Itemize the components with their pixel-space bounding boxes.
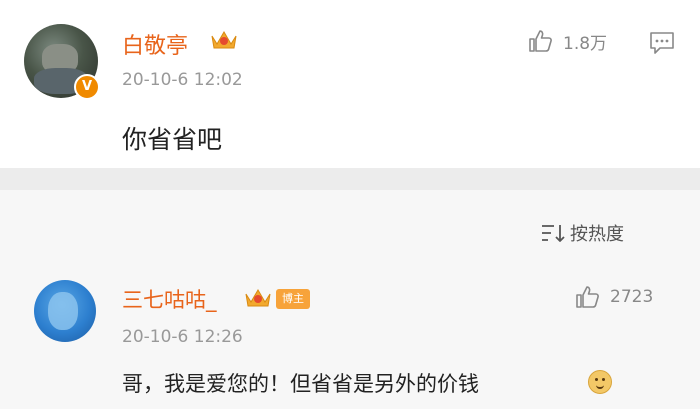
section-divider [0, 168, 700, 190]
crown-icon [210, 28, 238, 56]
like-button[interactable]: 1.8万 [527, 28, 607, 54]
reply-like-button[interactable]: 2723 [574, 284, 653, 310]
dog-emoji-icon [588, 370, 612, 394]
top-comment-username[interactable]: 白敬亭 [122, 28, 188, 60]
reply-like-count: 2723 [610, 287, 654, 307]
crown-icon [244, 286, 272, 314]
reply-timestamp: 20-10-6 12:26 [122, 327, 243, 347]
thumbs-up-icon [529, 30, 552, 52]
thumbs-up-icon [576, 286, 599, 308]
like-count: 1.8万 [563, 33, 608, 54]
blogger-badge: 博主 [276, 289, 310, 309]
reply-username[interactable]: 三七咕咕_ [122, 284, 217, 314]
sort-icon [542, 225, 565, 242]
top-comment-text: 你省省吧 [122, 125, 223, 154]
top-comment-timestamp: 20-10-6 12:02 [122, 70, 243, 90]
comment-icon[interactable] [648, 30, 676, 60]
reply-avatar[interactable] [34, 280, 96, 342]
reply-text: 哥，我是爱您的！但省省是另外的价钱 [122, 372, 479, 396]
top-comment-card [0, 0, 700, 168]
verified-badge: V [74, 74, 100, 100]
sort-label: 按热度 [570, 224, 624, 245]
sort-by-hot-button[interactable]: 按热度 [540, 220, 624, 246]
